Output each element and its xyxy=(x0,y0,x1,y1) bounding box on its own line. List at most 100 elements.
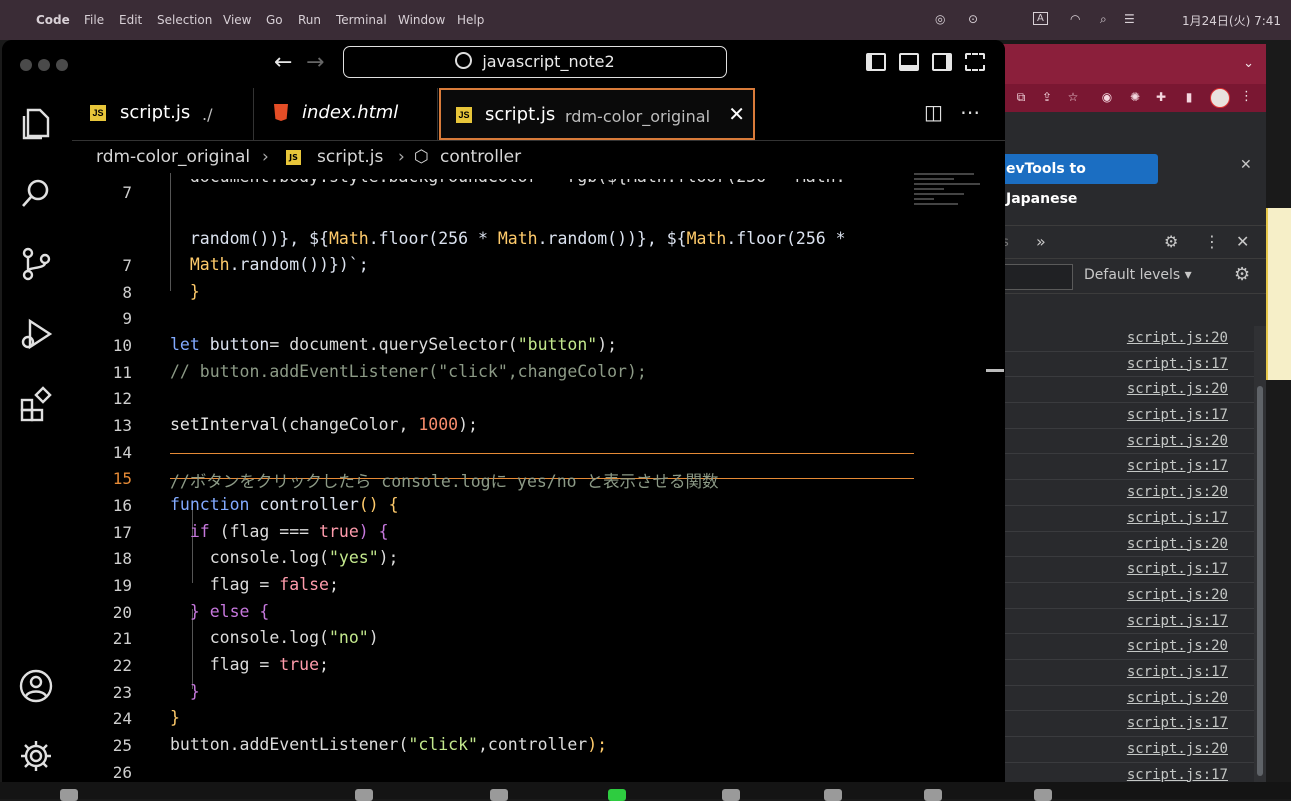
log-levels-dropdown[interactable]: Default levels ▾ xyxy=(1084,267,1192,283)
menu-window[interactable]: Window xyxy=(398,13,445,27)
console-settings-icon[interactable]: ⚙ xyxy=(1234,264,1250,285)
browser-tabstrip: ⌄ xyxy=(1000,44,1266,84)
accounts-icon[interactable] xyxy=(18,668,54,704)
bookmark-star-icon[interactable]: ☆ xyxy=(1066,90,1080,104)
breadcrumb-file[interactable]: script.js xyxy=(317,147,383,167)
translate-icon[interactable]: ⧉ xyxy=(1014,90,1028,104)
menu-go[interactable]: Go xyxy=(266,13,283,27)
console-log-row: script.js:20 xyxy=(1000,429,1254,455)
more-tabs-button[interactable]: » xyxy=(1036,232,1046,251)
console-scrollbar[interactable] xyxy=(1254,326,1266,784)
share-icon[interactable]: ⇪ xyxy=(1040,90,1054,104)
breadcrumb-folder[interactable]: rdm-color_original xyxy=(96,147,250,167)
tab-index-html[interactable]: index.html xyxy=(254,88,438,140)
puzzle-icon[interactable]: ✚ xyxy=(1154,90,1168,104)
camera-icon[interactable] xyxy=(60,789,78,801)
more-icon[interactable] xyxy=(1034,789,1052,801)
log-source-link[interactable]: script.js:20 xyxy=(1127,330,1228,346)
search-icon[interactable] xyxy=(18,176,54,212)
editor-scroll-marker[interactable] xyxy=(986,369,1004,372)
menu-app-name[interactable]: Code xyxy=(36,13,70,27)
minimap[interactable] xyxy=(914,173,984,233)
code-token: function xyxy=(170,495,250,514)
log-source-link[interactable]: script.js:20 xyxy=(1127,484,1228,500)
menu-view[interactable]: View xyxy=(223,13,251,27)
close-window-button[interactable] xyxy=(20,59,32,71)
back-arrow-icon[interactable]: ← xyxy=(274,50,292,75)
log-source-link[interactable]: script.js:17 xyxy=(1127,510,1228,526)
breadcrumb-symbol[interactable]: controller xyxy=(440,147,521,167)
log-source-link[interactable]: script.js:17 xyxy=(1127,407,1228,423)
menu-selection[interactable]: Selection xyxy=(157,13,212,27)
menu-help[interactable]: Help xyxy=(457,13,484,27)
wifi-icon[interactable]: ◠ xyxy=(1070,12,1080,26)
spotlight-icon[interactable]: ⌕ xyxy=(1100,12,1107,27)
participants-icon[interactable] xyxy=(355,789,373,801)
log-source-link[interactable]: script.js:17 xyxy=(1127,664,1228,680)
input-source-icon[interactable]: A xyxy=(1033,12,1048,25)
status-icon[interactable]: ◎ xyxy=(935,12,945,26)
line-number: 20 xyxy=(112,603,132,622)
toggle-primary-sidebar-icon[interactable] xyxy=(866,53,886,71)
apps-icon[interactable] xyxy=(924,789,942,801)
close-devtools-icon[interactable]: ✕ xyxy=(1236,232,1249,251)
screen-icon[interactable]: ⊙ xyxy=(968,12,978,26)
toggle-secondary-sidebar-icon[interactable] xyxy=(932,53,952,71)
settings-gear-icon[interactable]: ⚙ xyxy=(1164,232,1178,251)
close-icon[interactable]: ✕ xyxy=(1240,157,1252,173)
menu-terminal[interactable]: Terminal xyxy=(336,13,387,27)
command-center-search[interactable]: javascript_note2 xyxy=(343,46,727,78)
console-filter-input[interactable] xyxy=(1000,264,1073,290)
control-center-icon[interactable]: ☰ xyxy=(1124,12,1135,26)
tab-script-js-root[interactable]: JS script.js ./ xyxy=(72,88,254,140)
chevron-down-icon[interactable]: ⌄ xyxy=(1243,56,1254,71)
customize-layout-icon[interactable] xyxy=(965,53,985,71)
log-source-link[interactable]: script.js:20 xyxy=(1127,536,1228,552)
translate-devtools-button[interactable]: evTools to Japanese xyxy=(1000,154,1158,207)
menubar-clock[interactable]: 1月24日(火) 7:41 xyxy=(1182,12,1281,29)
kebab-menu-icon[interactable]: ⋮ xyxy=(1204,232,1220,251)
log-source-link[interactable]: script.js:20 xyxy=(1127,638,1228,654)
profile-avatar[interactable] xyxy=(1210,88,1230,108)
run-debug-icon[interactable] xyxy=(18,316,54,352)
code-line: if (flag === true) { xyxy=(170,522,389,541)
sidebar-icon[interactable]: ▮ xyxy=(1182,90,1196,104)
code-editor[interactable]: 7 7 8 9 10 11 12 13 14 15 16 17 18 19 20… xyxy=(72,173,1005,782)
tab-script-js-active[interactable]: JS script.js rdm-color_original ✕ xyxy=(439,88,755,140)
log-source-link[interactable]: script.js:17 xyxy=(1127,458,1228,474)
forward-arrow-icon[interactable]: → xyxy=(306,50,324,75)
menu-file[interactable]: File xyxy=(84,13,104,27)
extension-icon[interactable]: ✺ xyxy=(1128,90,1142,104)
log-source-link[interactable]: script.js:20 xyxy=(1127,741,1228,757)
record-icon[interactable] xyxy=(722,789,740,801)
log-source-link[interactable]: script.js:20 xyxy=(1127,690,1228,706)
chat-icon[interactable] xyxy=(490,789,508,801)
close-tab-icon[interactable]: ✕ xyxy=(728,102,745,126)
menu-edit[interactable]: Edit xyxy=(119,13,142,27)
extensions-icon[interactable] xyxy=(18,386,54,422)
log-source-link[interactable]: script.js:17 xyxy=(1127,613,1228,629)
log-source-link[interactable]: script.js:17 xyxy=(1127,561,1228,577)
more-actions-icon[interactable]: ⋯ xyxy=(960,100,980,124)
source-control-icon[interactable] xyxy=(18,246,54,282)
log-source-link[interactable]: script.js:20 xyxy=(1127,587,1228,603)
log-source-link[interactable]: script.js:17 xyxy=(1127,767,1228,783)
breadcrumb-separator: › xyxy=(398,147,405,167)
split-editor-icon[interactable]: ◫ xyxy=(924,100,943,124)
manage-gear-icon[interactable] xyxy=(18,738,54,774)
extension-icon[interactable]: ◉ xyxy=(1100,90,1114,104)
minimize-window-button[interactable] xyxy=(38,59,50,71)
log-source-link[interactable]: script.js:20 xyxy=(1127,381,1228,397)
line-number: 16 xyxy=(112,496,132,515)
kebab-menu-icon[interactable]: ⋮ xyxy=(1240,89,1253,104)
log-source-link[interactable]: script.js:20 xyxy=(1127,433,1228,449)
log-source-link[interactable]: script.js:17 xyxy=(1127,715,1228,731)
explorer-icon[interactable] xyxy=(18,106,54,142)
menu-run[interactable]: Run xyxy=(298,13,321,27)
zoom-window-button[interactable] xyxy=(56,59,68,71)
log-source-link[interactable]: script.js:17 xyxy=(1127,356,1228,372)
reactions-icon[interactable] xyxy=(824,789,842,801)
toggle-panel-icon[interactable] xyxy=(899,53,919,71)
search-icon xyxy=(455,52,473,69)
share-screen-icon[interactable] xyxy=(608,789,626,801)
